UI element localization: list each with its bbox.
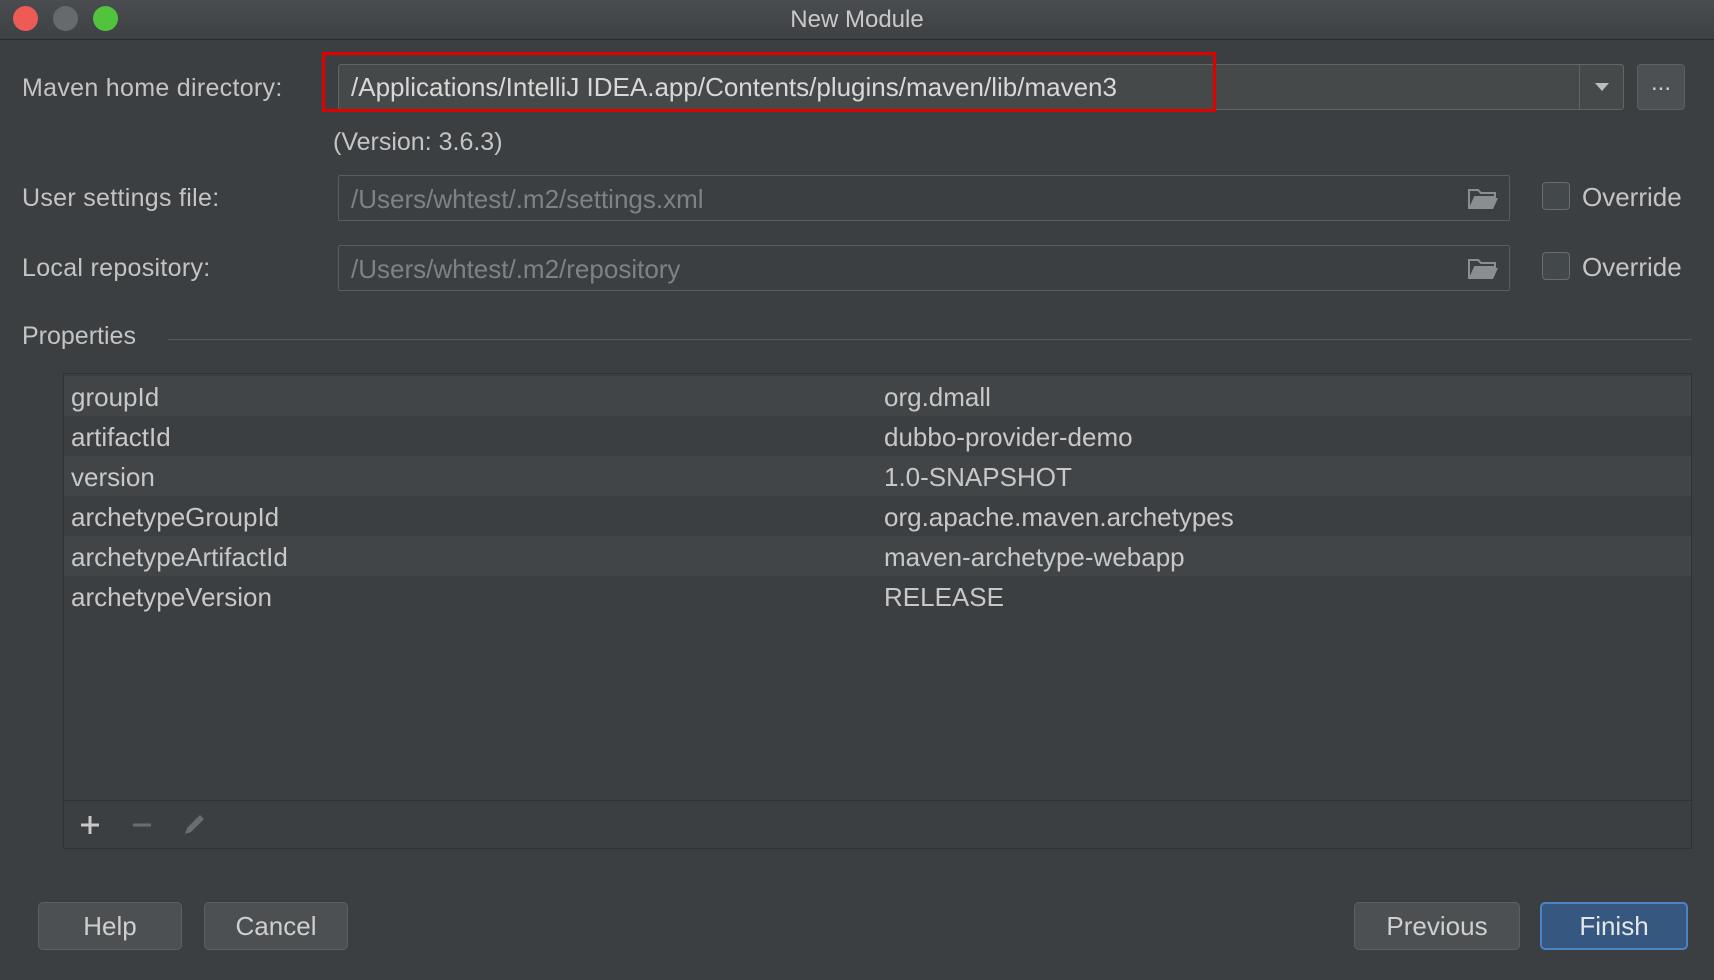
property-key: archetypeArtifactId (71, 542, 288, 572)
finish-button[interactable]: Finish (1540, 902, 1688, 950)
user-settings-label: User settings file: (22, 184, 220, 212)
table-row[interactable]: version 1.0-SNAPSHOT (64, 456, 1691, 496)
property-value: 1.0-SNAPSHOT (884, 462, 1072, 492)
local-repo-field[interactable]: /Users/whtest/.m2/repository (338, 245, 1510, 291)
table-row[interactable]: archetypeArtifactId maven-archetype-weba… (64, 536, 1691, 576)
maven-home-label: Maven home directory: (22, 74, 283, 102)
property-value: org.apache.maven.archetypes (884, 502, 1234, 532)
maven-home-value: /Applications/IntelliJ IDEA.app/Contents… (351, 72, 1117, 102)
property-value: RELEASE (884, 582, 1004, 612)
property-value: maven-archetype-webapp (884, 542, 1185, 572)
property-value: org.dmall (884, 382, 991, 412)
repo-override-checkbox[interactable] (1542, 252, 1570, 280)
window-title: New Module (790, 6, 924, 33)
maven-home-combo[interactable]: /Applications/IntelliJ IDEA.app/Contents… (338, 64, 1624, 110)
section-divider (168, 339, 1692, 340)
properties-title: Properties (22, 322, 136, 350)
previous-button[interactable]: Previous (1354, 902, 1520, 950)
property-value: dubbo-provider-demo (884, 422, 1133, 452)
property-key: version (71, 462, 155, 492)
property-key: groupId (71, 382, 160, 412)
folder-icon[interactable] (1467, 256, 1499, 282)
property-key: archetypeGroupId (71, 502, 280, 532)
repo-override-label[interactable]: Override (1582, 252, 1682, 283)
maven-version: (Version: 3.6.3) (333, 128, 503, 156)
settings-override-label[interactable]: Override (1582, 182, 1682, 213)
plus-icon[interactable] (74, 809, 106, 841)
title-bar: New Module (0, 0, 1714, 40)
pencil-icon[interactable] (178, 809, 210, 841)
local-repo-label: Local repository: (22, 254, 211, 282)
properties-toolbar (64, 800, 1691, 848)
local-repo-value: /Users/whtest/.m2/repository (351, 254, 681, 284)
settings-override-checkbox[interactable] (1542, 182, 1570, 210)
table-row[interactable]: groupId org.dmall (64, 376, 1691, 416)
table-row[interactable]: archetypeGroupId org.apache.maven.archet… (64, 496, 1691, 536)
user-settings-field[interactable]: /Users/whtest/.m2/settings.xml (338, 175, 1510, 221)
user-settings-value: /Users/whtest/.m2/settings.xml (351, 184, 704, 214)
help-button[interactable]: Help (38, 902, 182, 950)
property-key: artifactId (71, 422, 171, 452)
properties-table: groupId org.dmall artifactId dubbo-provi… (63, 373, 1692, 849)
folder-icon[interactable] (1467, 186, 1499, 212)
cancel-button[interactable]: Cancel (204, 902, 348, 950)
table-row[interactable]: archetypeVersion RELEASE (64, 576, 1691, 616)
minus-icon[interactable] (126, 809, 158, 841)
chevron-down-icon[interactable] (1579, 65, 1623, 109)
new-module-dialog: New Module Maven home directory: /Applic… (0, 0, 1714, 980)
table-row[interactable]: artifactId dubbo-provider-demo (64, 416, 1691, 456)
browse-button[interactable]: ... (1637, 64, 1685, 110)
property-key: archetypeVersion (71, 582, 272, 612)
